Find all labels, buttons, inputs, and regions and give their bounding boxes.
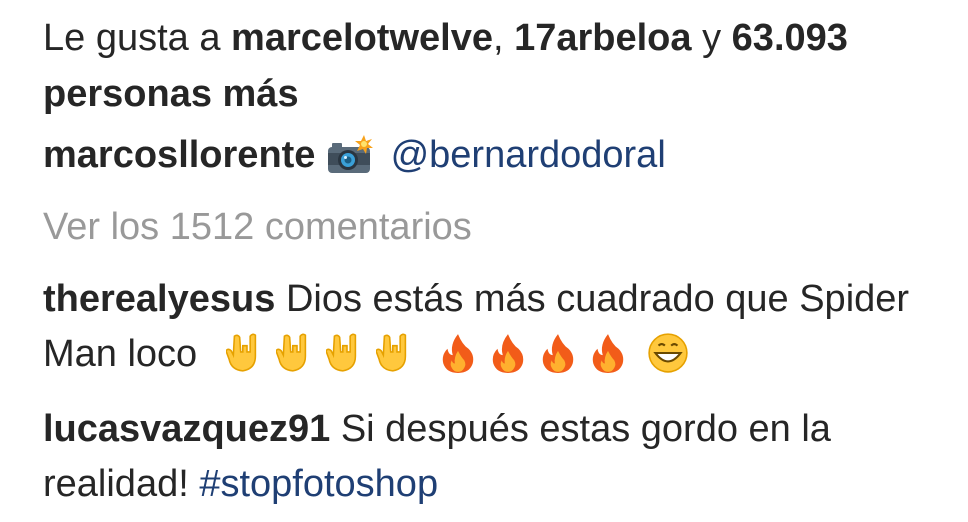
comment-1-text-cont: Man loco: [43, 333, 198, 375]
rock-hand-icon: [276, 333, 307, 372]
caption: marcosllorente @bernardodoral: [43, 133, 666, 177]
comment-1-text: Dios estás más cuadrado que Spider: [285, 278, 910, 320]
grinning-face-icon: [648, 333, 689, 373]
comment-2-line2: realidad! #stopfotoshop: [43, 462, 438, 506]
comment-1-line2: Man loco: [43, 332, 697, 376]
likes-separator-and: y: [691, 17, 732, 59]
camera-flash-icon: [328, 135, 374, 173]
fire-icon: [492, 334, 524, 373]
fire-icon: [542, 334, 574, 373]
instagram-post-details: Le gusta a marcelotwelve, 17arbeloa y 63…: [0, 0, 968, 522]
liker-17arbeloa[interactable]: 17arbeloa: [514, 17, 691, 59]
likes-summary[interactable]: Le gusta a marcelotwelve, 17arbeloa y 63…: [43, 16, 848, 60]
comment-2-hashtag[interactable]: #stopfotoshop: [199, 463, 438, 505]
fire-icon: [442, 334, 474, 373]
comment-2-line1: lucasvazquez91 Si después estas gordo en…: [43, 407, 831, 451]
likes-others[interactable]: personas más: [43, 72, 299, 116]
caption-username[interactable]: marcosllorente: [43, 134, 315, 176]
rock-hand-icon: [226, 333, 257, 372]
rock-hand-icon: [326, 333, 357, 372]
liker-marcelotwelve[interactable]: marcelotwelve: [231, 17, 493, 59]
fire-icon: [592, 334, 624, 373]
comment-2-text-cont: realidad!: [43, 463, 189, 505]
likes-separator: ,: [492, 17, 515, 59]
comment-2-text: Si después estas gordo en la: [340, 408, 831, 450]
likes-count[interactable]: 63.093: [732, 17, 848, 59]
caption-mention[interactable]: @bernardodoral: [391, 134, 666, 176]
comment-1-line1: therealyesus Dios estás más cuadrado que…: [43, 277, 909, 321]
rock-hand-icon: [376, 333, 407, 372]
likes-prefix: Le gusta a: [43, 17, 232, 59]
view-all-comments-link[interactable]: Ver los 1512 comentarios: [43, 205, 472, 249]
comment-2-username[interactable]: lucasvazquez91: [43, 408, 330, 450]
comment-1-username[interactable]: therealyesus: [43, 278, 275, 320]
